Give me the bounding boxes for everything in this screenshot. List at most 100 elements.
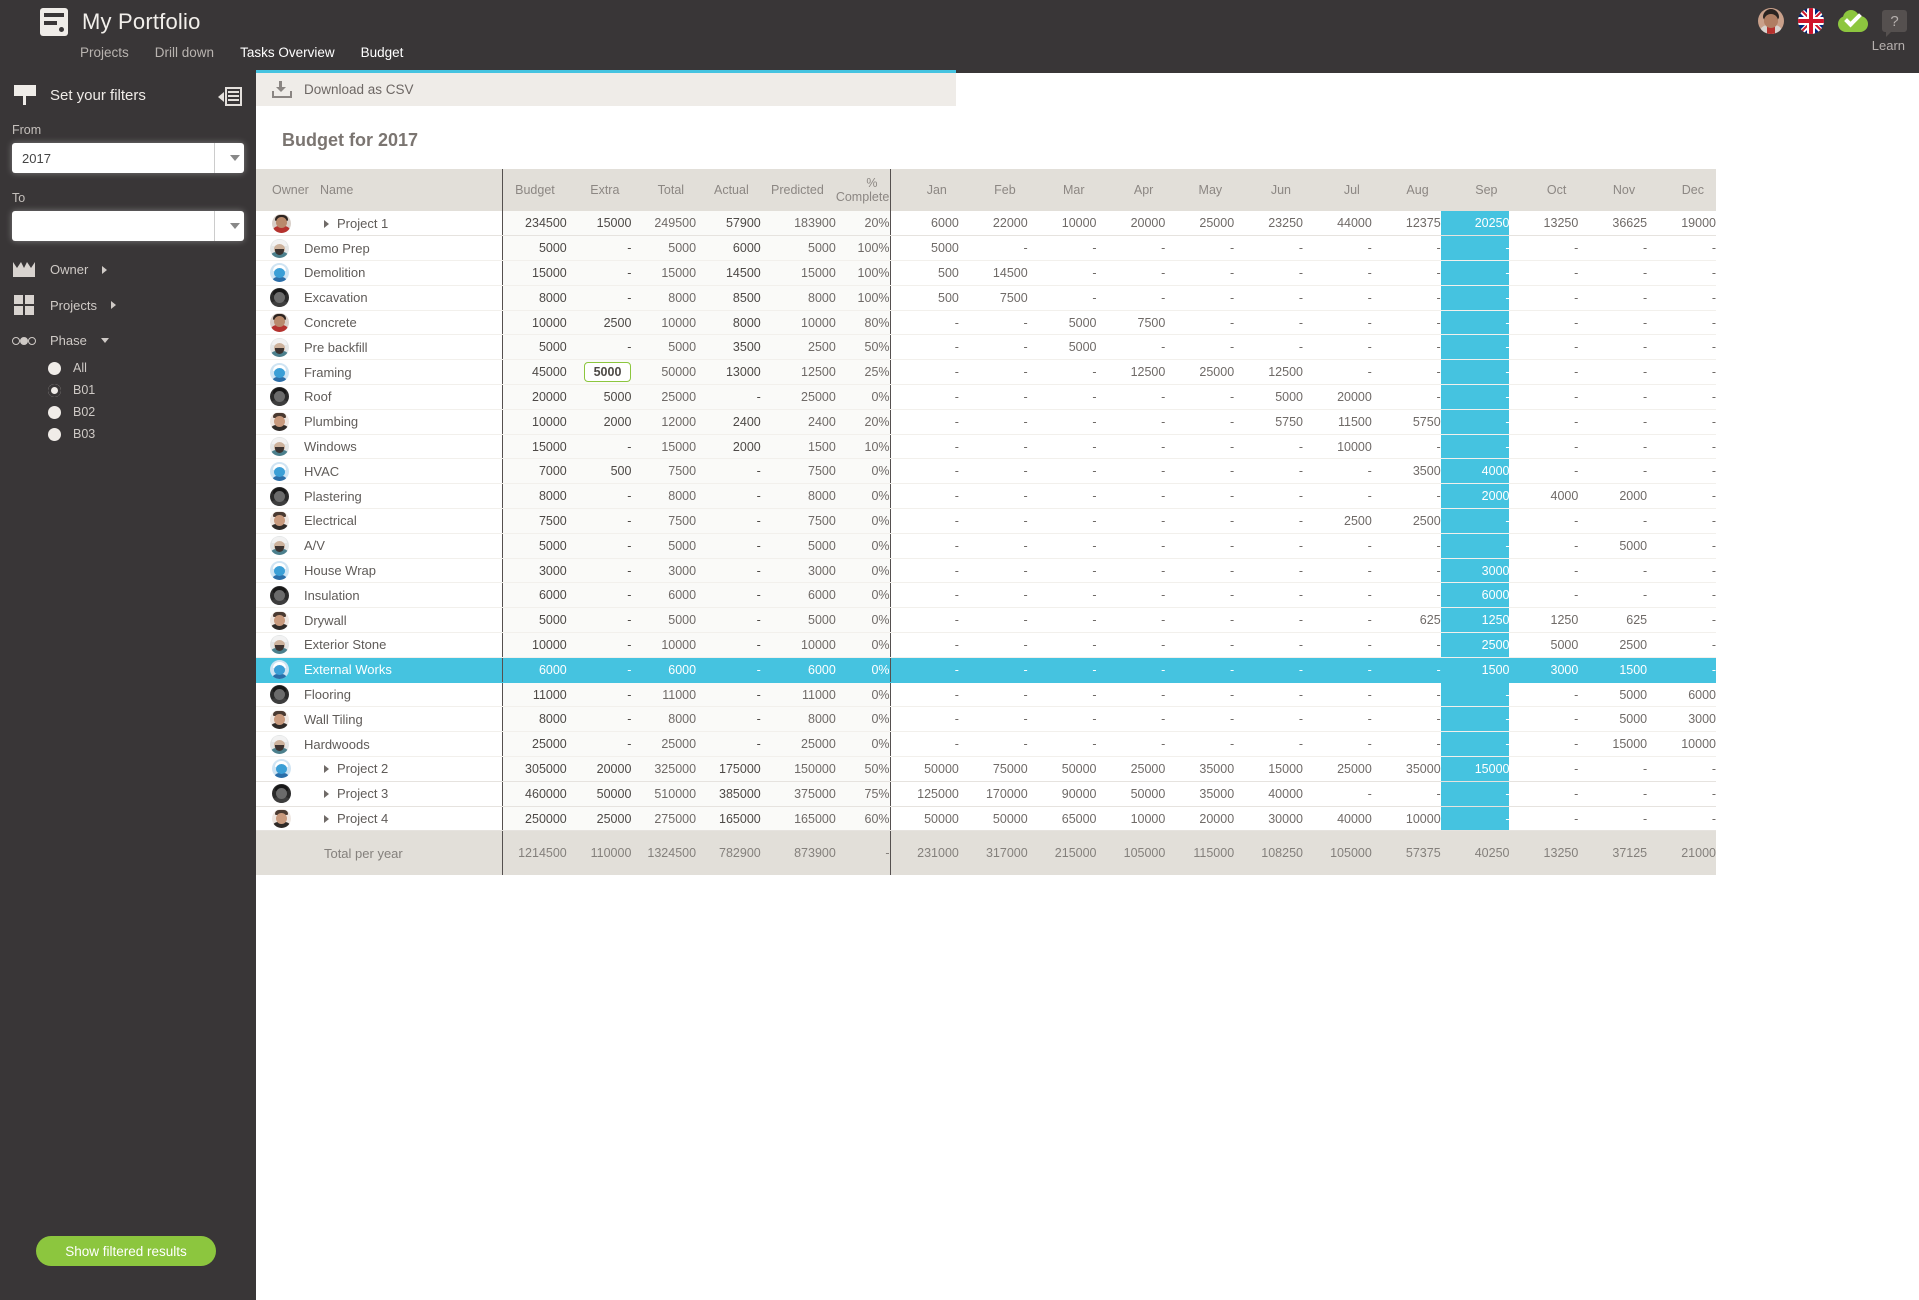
cell-extra[interactable]: -: [566, 260, 632, 286]
cell-month-oct[interactable]: -: [1509, 235, 1579, 262]
cell-month-nov[interactable]: -: [1578, 384, 1648, 410]
cell-month-aug[interactable]: -: [1371, 235, 1441, 262]
row-name[interactable]: Framing: [303, 359, 503, 386]
radio-icon-selected[interactable]: [48, 383, 61, 397]
cell-month-jan[interactable]: -: [889, 508, 959, 534]
cell-percent-complete[interactable]: 0%: [835, 458, 891, 485]
cell-total[interactable]: 3000: [631, 558, 697, 584]
cell-month-feb[interactable]: -: [958, 334, 1028, 361]
cell-month-nov[interactable]: -: [1578, 508, 1648, 534]
row-owner-avatar[interactable]: [256, 235, 304, 262]
cell-month-mar[interactable]: -: [1027, 582, 1097, 609]
table-row[interactable]: Project 4 250000 25000 275000 165000 165000 60…: [256, 806, 1716, 832]
cell-total[interactable]: 6000: [631, 657, 697, 683]
cell-month-jul[interactable]: -: [1303, 632, 1372, 658]
cell-percent-complete[interactable]: 25%: [835, 359, 891, 386]
cell-total[interactable]: 6000: [631, 582, 697, 609]
cell-month-sep[interactable]: -: [1440, 533, 1510, 559]
cell-total[interactable]: 7500: [631, 458, 697, 485]
cell-month-apr[interactable]: -: [1096, 632, 1166, 658]
cell-budget[interactable]: 8000: [501, 483, 567, 510]
cell-month-aug[interactable]: -: [1371, 260, 1441, 286]
cell-actual[interactable]: -: [696, 731, 761, 758]
cell-month-jan[interactable]: -: [889, 533, 959, 559]
cell-month-feb[interactable]: -: [958, 731, 1028, 758]
cell-month-nov[interactable]: -: [1578, 310, 1648, 336]
cell-predicted[interactable]: 3000: [760, 558, 836, 584]
nav-projects[interactable]: Projects: [80, 45, 129, 64]
cell-month-jan[interactable]: -: [889, 706, 959, 733]
cell-month-feb[interactable]: -: [958, 409, 1028, 435]
row-name[interactable]: Hardwoods: [303, 731, 503, 758]
row-owner-avatar[interactable]: [256, 781, 304, 807]
cell-total[interactable]: 325000: [631, 756, 697, 782]
cell-actual[interactable]: -: [696, 533, 761, 559]
learn-label[interactable]: Learn: [1872, 38, 1905, 53]
cell-predicted[interactable]: 6000: [760, 582, 836, 609]
cell-percent-complete[interactable]: 0%: [835, 657, 891, 683]
cell-month-mar[interactable]: 90000: [1027, 781, 1097, 807]
phase-option-b01[interactable]: B01: [0, 379, 256, 401]
cell-extra[interactable]: -: [566, 558, 632, 584]
cell-month-dec[interactable]: -: [1647, 359, 1716, 386]
cell-month-aug[interactable]: -: [1371, 682, 1441, 708]
cell-month-dec[interactable]: -: [1647, 632, 1716, 658]
cell-month-may[interactable]: -: [1165, 334, 1235, 361]
cell-month-aug[interactable]: 2500: [1371, 508, 1441, 534]
cell-predicted[interactable]: 5000: [760, 235, 836, 262]
cell-month-sep[interactable]: -: [1440, 781, 1510, 807]
row-owner-avatar[interactable]: [256, 508, 304, 534]
cell-budget[interactable]: 7000: [501, 458, 567, 485]
cell-predicted[interactable]: 8000: [760, 706, 836, 733]
cell-percent-complete[interactable]: 10%: [835, 434, 891, 460]
cell-predicted[interactable]: 10000: [760, 310, 836, 336]
cell-month-nov[interactable]: 5000: [1578, 706, 1648, 733]
cell-month-apr[interactable]: -: [1096, 409, 1166, 435]
cell-month-aug[interactable]: -: [1371, 632, 1441, 658]
table-row[interactable]: Plastering 8000-8000-8000 0% - - - - - - - -2000 40…: [256, 483, 1716, 510]
cell-month-jul[interactable]: -: [1303, 533, 1372, 559]
cell-month-feb[interactable]: -: [958, 582, 1028, 609]
cell-month-sep[interactable]: -: [1440, 434, 1510, 460]
cell-extra[interactable]: -: [566, 607, 632, 634]
cell-month-may[interactable]: 35000: [1165, 756, 1235, 782]
col-month-mar[interactable]: Mar: [1027, 169, 1097, 211]
cell-month-nov[interactable]: -: [1578, 409, 1648, 435]
cell-month-sep[interactable]: -: [1440, 334, 1510, 361]
cell-month-dec[interactable]: 3000: [1647, 706, 1716, 733]
cell-total[interactable]: 5000: [631, 235, 697, 262]
cell-actual[interactable]: -: [696, 632, 761, 658]
cell-budget[interactable]: 25000: [501, 731, 567, 758]
cell-month-feb[interactable]: -: [958, 607, 1028, 634]
cell-actual[interactable]: 57900: [696, 211, 761, 237]
cell-month-jun[interactable]: -: [1234, 682, 1303, 708]
cell-month-jun[interactable]: 12500: [1234, 359, 1303, 386]
table-row[interactable]: Pre backfill 5000-5000 3500 2500 50% - -5000- -…: [256, 334, 1716, 361]
cell-month-jul[interactable]: 44000: [1303, 211, 1372, 237]
cell-actual[interactable]: 13000: [696, 359, 761, 386]
radio-icon[interactable]: [48, 405, 61, 419]
cell-month-sep[interactable]: -: [1440, 682, 1510, 708]
cell-month-jan[interactable]: -: [889, 657, 959, 683]
row-name[interactable]: Windows: [303, 434, 503, 460]
cell-percent-complete[interactable]: 20%: [835, 409, 891, 435]
cell-percent-complete[interactable]: 0%: [835, 582, 891, 609]
cell-month-jun[interactable]: -: [1234, 607, 1303, 634]
cell-percent-complete[interactable]: 50%: [835, 756, 891, 782]
table-row[interactable]: Electrical 7500-7500-7500 0% - - - - - -2500 2500…: [256, 508, 1716, 534]
cell-month-jul[interactable]: -: [1303, 359, 1372, 386]
cell-month-jun[interactable]: -: [1234, 508, 1303, 534]
cell-extra[interactable]: -: [566, 434, 632, 460]
cell-month-may[interactable]: -: [1165, 558, 1235, 584]
row-owner-avatar[interactable]: [256, 731, 304, 758]
from-year-select[interactable]: 2017: [12, 143, 244, 173]
table-row[interactable]: Insulation 6000-6000-6000 0% - - - - - - - -6000- -…: [256, 582, 1716, 609]
cell-month-sep[interactable]: 2500: [1440, 632, 1510, 658]
cell-month-oct[interactable]: -: [1509, 756, 1579, 782]
row-owner-avatar[interactable]: [256, 211, 304, 237]
cell-month-jun[interactable]: -: [1234, 731, 1303, 758]
cell-month-oct[interactable]: -: [1509, 582, 1579, 609]
row-owner-avatar[interactable]: [256, 682, 304, 708]
cell-month-dec[interactable]: 6000: [1647, 682, 1716, 708]
cell-month-jul[interactable]: 20000: [1303, 384, 1372, 410]
